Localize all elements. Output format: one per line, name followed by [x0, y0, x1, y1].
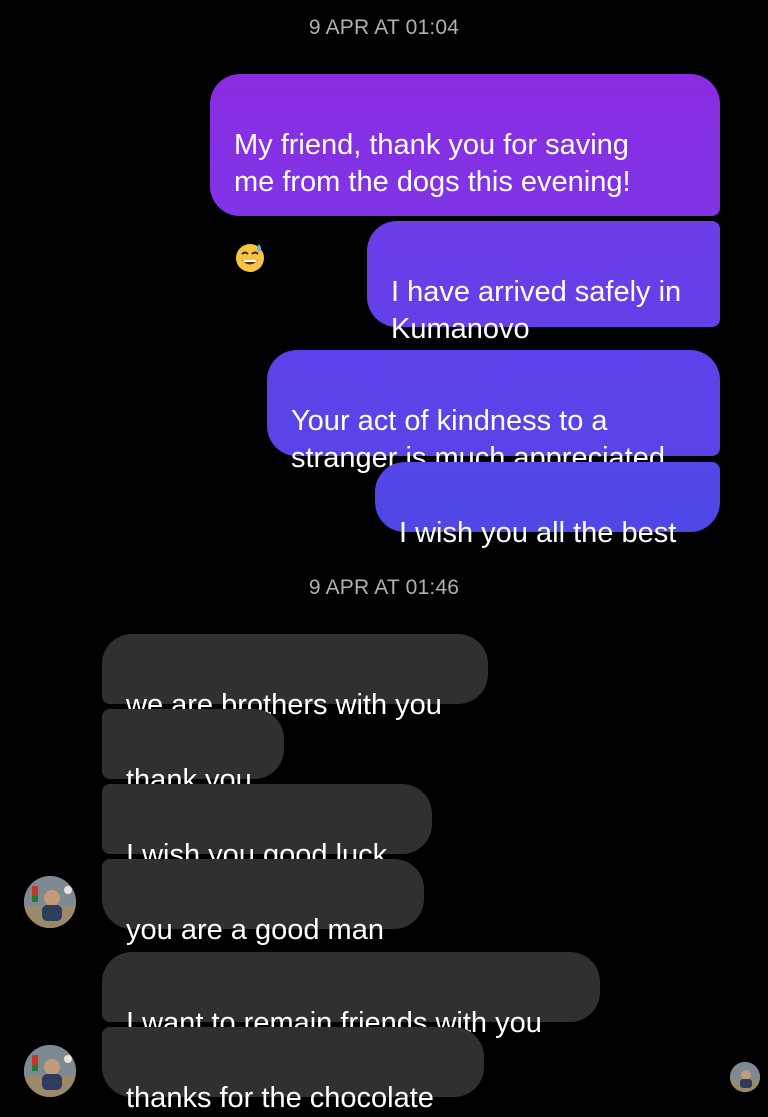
grinning-face-with-sweat-icon — [236, 244, 264, 273]
received-message-bubble[interactable]: I want to remain friends with you — [102, 952, 600, 1039]
message-text: you are a good man — [126, 914, 384, 946]
message-text: My friend, thank you for saving me from … — [234, 129, 631, 198]
seen-indicator — [730, 1062, 760, 1092]
timestamp-divider: 9 APR AT 01:04 — [308, 16, 460, 39]
received-message-bubble[interactable]: you are a good man — [102, 859, 424, 946]
sent-message-bubble[interactable]: I wish you all the best — [375, 462, 720, 549]
message-text: I wish you all the best — [399, 517, 677, 549]
message-text: thanks for the chocolate — [126, 1082, 434, 1114]
received-message-bubble[interactable]: thank you — [102, 709, 284, 796]
sent-message-bubble[interactable]: I have arrived safely in Kumanovo — [367, 221, 720, 345]
message-text: I have arrived safely in Kumanovo — [391, 276, 682, 345]
timestamp-divider: 9 APR AT 01:46 — [308, 576, 460, 599]
received-message-bubble[interactable]: we are brothers with you — [102, 634, 488, 721]
seen-avatar-icon — [730, 1062, 760, 1092]
contact-avatar[interactable] — [24, 1045, 76, 1097]
received-message-bubble[interactable]: I wish you good luck — [102, 784, 432, 871]
received-message-bubble[interactable]: thanks for the chocolate — [102, 1027, 484, 1114]
contact-avatar[interactable] — [24, 876, 76, 928]
sent-message-bubble[interactable]: Your act of kindness to a stranger is mu… — [267, 350, 720, 474]
contact-avatar-photo-icon — [24, 876, 76, 928]
sent-message-bubble[interactable]: My friend, thank you for saving me from … — [210, 74, 720, 273]
contact-avatar-photo-icon — [24, 1045, 76, 1097]
